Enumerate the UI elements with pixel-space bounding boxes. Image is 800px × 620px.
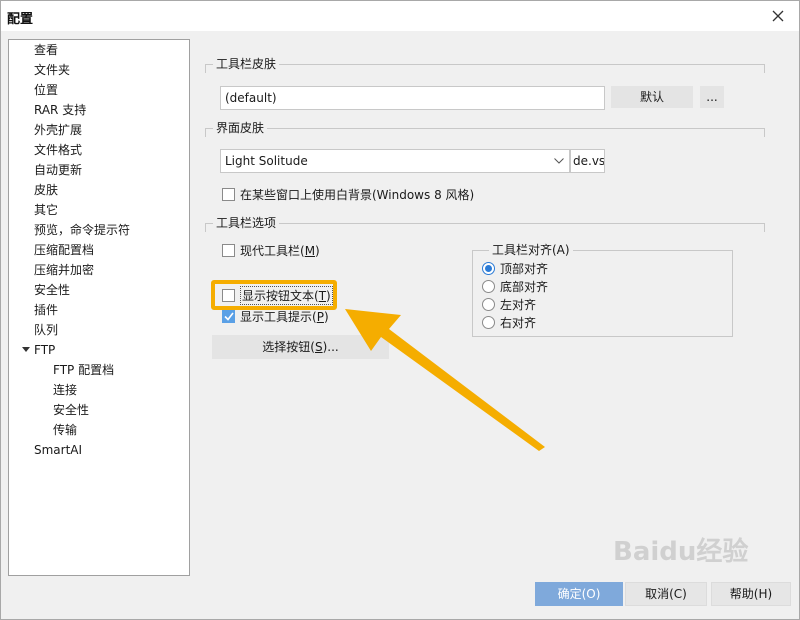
nav-item-smartai[interactable]: SmartAI — [34, 441, 82, 459]
nav-item-folders[interactable]: 文件夹 — [34, 61, 70, 79]
show-tooltips-label: 显示工具提示(P) — [240, 309, 329, 324]
ui-skin-select[interactable]: Light Solitude — [220, 149, 570, 173]
nav-item-shell-extension[interactable]: 外壳扩展 — [34, 121, 82, 139]
config-dialog: 配置 查看 文件夹 位置 RAR 支持 外壳扩展 文件格式 自动更新 皮肤 其它… — [0, 0, 800, 620]
nav-item-compress-encrypt[interactable]: 压缩并加密 — [34, 261, 94, 279]
modern-toolbar-option[interactable]: 现代工具栏(M) — [222, 241, 320, 259]
nav-item-view[interactable]: 查看 — [34, 41, 58, 59]
dialog-title: 配置 — [7, 12, 34, 27]
white-background-label: 在某些窗口上使用白背景(Windows 8 风格) — [240, 187, 475, 202]
help-button[interactable]: 帮助(H) — [711, 582, 791, 606]
nav-item-compression-profiles[interactable]: 压缩配置档 — [34, 241, 94, 259]
nav-item-ftp[interactable]: FTP — [34, 341, 55, 359]
nav-item-ftp-security[interactable]: 安全性 — [53, 401, 89, 419]
browse-skin-button[interactable]: ... — [700, 86, 724, 108]
toolbar-skin-input[interactable]: (default) — [220, 86, 605, 110]
ui-skin-selected-value: Light Solitude — [225, 154, 308, 168]
nav-item-ftp-profiles[interactable]: FTP 配置档 — [53, 361, 114, 379]
toolbar-alignment-header: 工具栏对齐(A) — [489, 243, 573, 257]
title-bar: 配置 — [1, 1, 799, 31]
modern-toolbar-checkbox[interactable] — [222, 243, 235, 257]
nav-item-security[interactable]: 安全性 — [34, 281, 70, 299]
modern-toolbar-label: 现代工具栏(M) — [240, 243, 320, 258]
baidu-watermark: Baidu经验 — [613, 537, 749, 567]
show-tooltips-checkbox[interactable] — [222, 309, 235, 323]
toolbar-options-header: 工具栏选项 — [213, 216, 280, 230]
ui-skin-group-line — [205, 128, 765, 137]
chevron-down-icon — [549, 150, 569, 172]
settings-nav-tree[interactable]: 查看 文件夹 位置 RAR 支持 外壳扩展 文件格式 自动更新 皮肤 其它 预览… — [8, 39, 190, 576]
toolbar-options-group-line — [205, 223, 765, 232]
nav-item-queue[interactable]: 队列 — [34, 321, 58, 339]
nav-item-preview[interactable]: 预览，命令提示符 — [34, 221, 130, 239]
nav-item-locations[interactable]: 位置 — [34, 81, 58, 99]
default-skin-button[interactable]: 默认 — [611, 86, 693, 108]
white-background-option[interactable]: 在某些窗口上使用白背景(Windows 8 风格) — [222, 185, 474, 203]
triangle-down-icon — [22, 347, 30, 352]
close-button[interactable] — [767, 5, 789, 27]
cancel-button[interactable]: 取消(C) — [625, 582, 707, 606]
nav-item-rar-support[interactable]: RAR 支持 — [34, 101, 86, 119]
toolbar-skin-group-line — [205, 64, 765, 73]
ui-skin-header: 界面皮肤 — [213, 121, 268, 135]
nav-item-connection[interactable]: 连接 — [53, 381, 77, 399]
nav-item-skins[interactable]: 皮肤 — [34, 181, 58, 199]
nav-item-transfer[interactable]: 传输 — [53, 421, 77, 439]
toolbar-skin-header: 工具栏皮肤 — [213, 57, 280, 71]
ok-button[interactable]: 确定(O) — [535, 582, 623, 606]
nav-item-misc[interactable]: 其它 — [34, 201, 58, 219]
align-top-radio[interactable] — [482, 261, 495, 275]
checkmark-icon — [223, 312, 234, 321]
white-background-checkbox[interactable] — [222, 187, 235, 201]
align-top-label: 顶部对齐 — [500, 261, 549, 276]
annotation-arrow-icon — [345, 309, 545, 451]
expand-toggle[interactable] — [21, 341, 31, 359]
ui-skin-file-field[interactable]: de.vsf — [570, 149, 605, 173]
nav-item-file-formats[interactable]: 文件格式 — [34, 141, 82, 159]
close-icon — [772, 10, 784, 22]
annotation-highlight-box — [211, 280, 337, 310]
nav-item-plugins[interactable]: 插件 — [34, 301, 58, 319]
nav-item-auto-update[interactable]: 自动更新 — [34, 161, 82, 179]
align-top-option[interactable]: 顶部对齐 — [482, 259, 548, 277]
